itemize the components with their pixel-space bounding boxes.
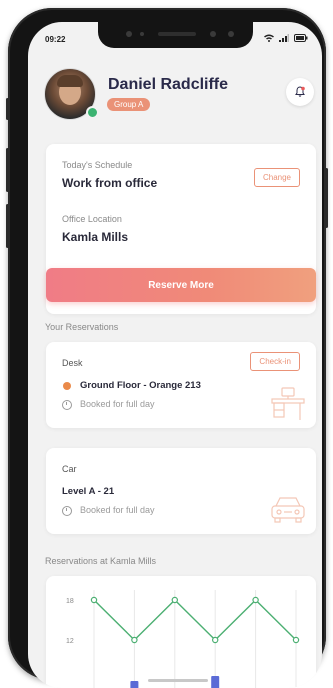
chart-point[interactable]: [211, 636, 219, 644]
car-booked-text: Booked for full day: [80, 505, 155, 515]
speaker-grille: [158, 32, 196, 36]
group-badge: Group A: [107, 98, 151, 111]
chart-ytick-label: 18: [66, 598, 74, 605]
status-bar: 09:22: [28, 22, 322, 54]
desk-booked-text: Booked for full day: [80, 399, 155, 409]
front-camera: [228, 31, 234, 37]
wifi-icon: [264, 34, 274, 42]
todays-schedule-value: Work from office: [62, 176, 158, 190]
online-status-dot: [86, 106, 99, 119]
chart-point[interactable]: [131, 636, 138, 644]
chart-section-title: Reservations at Kamla Mills: [45, 556, 157, 566]
desk-title: Desk: [62, 358, 83, 368]
chart-bar: [130, 681, 139, 688]
todays-schedule-label: Today's Schedule: [62, 160, 133, 170]
chart-point[interactable]: [90, 596, 98, 604]
status-time: 09:22: [45, 35, 66, 44]
orange-zone-dot: [63, 382, 71, 390]
chart-bar: [211, 676, 220, 688]
reservations-chart-card: 18 12: [46, 576, 316, 688]
bell-icon: [295, 86, 305, 97]
desk-reservation-card[interactable]: Desk Check-in Ground Floor - Orange 213 …: [46, 342, 316, 428]
sensor-dot: [140, 32, 144, 36]
chart-point[interactable]: [292, 636, 300, 644]
desk-illustration-icon: [271, 387, 305, 420]
chart-ytick-label: 12: [66, 638, 74, 645]
car-title: Car: [62, 464, 77, 474]
profile-header: Daniel Radcliffe Group A: [44, 68, 314, 124]
change-button[interactable]: Change: [253, 168, 300, 187]
signal-icon: [279, 34, 289, 42]
clock-icon: [62, 506, 72, 516]
office-location-label: Office Location: [62, 214, 122, 224]
check-in-button[interactable]: Check-in: [250, 352, 300, 371]
reserve-more-button[interactable]: Reserve More: [46, 268, 316, 302]
avatar-hair: [57, 75, 83, 87]
power-button: [325, 168, 328, 228]
clock-icon: [62, 400, 72, 410]
chart-series-line: [93, 599, 297, 641]
car-illustration-icon: [271, 497, 305, 523]
home-indicator: [148, 679, 208, 682]
notch: [98, 22, 253, 48]
chart-point[interactable]: [171, 596, 179, 604]
chart-point[interactable]: [252, 596, 259, 604]
user-name: Daniel Radcliffe: [108, 76, 229, 93]
notification-button[interactable]: [286, 78, 314, 106]
your-reservations-title: Your Reservations: [45, 322, 119, 332]
status-icons: [264, 34, 308, 42]
battery-icon: [294, 34, 308, 42]
car-reservation-card[interactable]: Car Level A - 21 Booked for full day: [46, 448, 316, 534]
car-location: Level A - 21: [62, 486, 115, 497]
reservations-chart: 1812: [66, 590, 300, 688]
volume-up-button: [6, 148, 9, 192]
screen: 09:22 Daniel Radcliffe Group A Today's S…: [28, 22, 322, 688]
phone-frame: 09:22 Daniel Radcliffe Group A Today's S…: [6, 8, 328, 688]
office-location-value: Kamla Mills: [62, 230, 129, 244]
camera-lens: [126, 31, 132, 37]
volume-down-button: [6, 204, 9, 248]
side-button: [6, 98, 9, 120]
proximity-sensor: [210, 31, 216, 37]
desk-location: Ground Floor - Orange 213: [80, 380, 201, 391]
